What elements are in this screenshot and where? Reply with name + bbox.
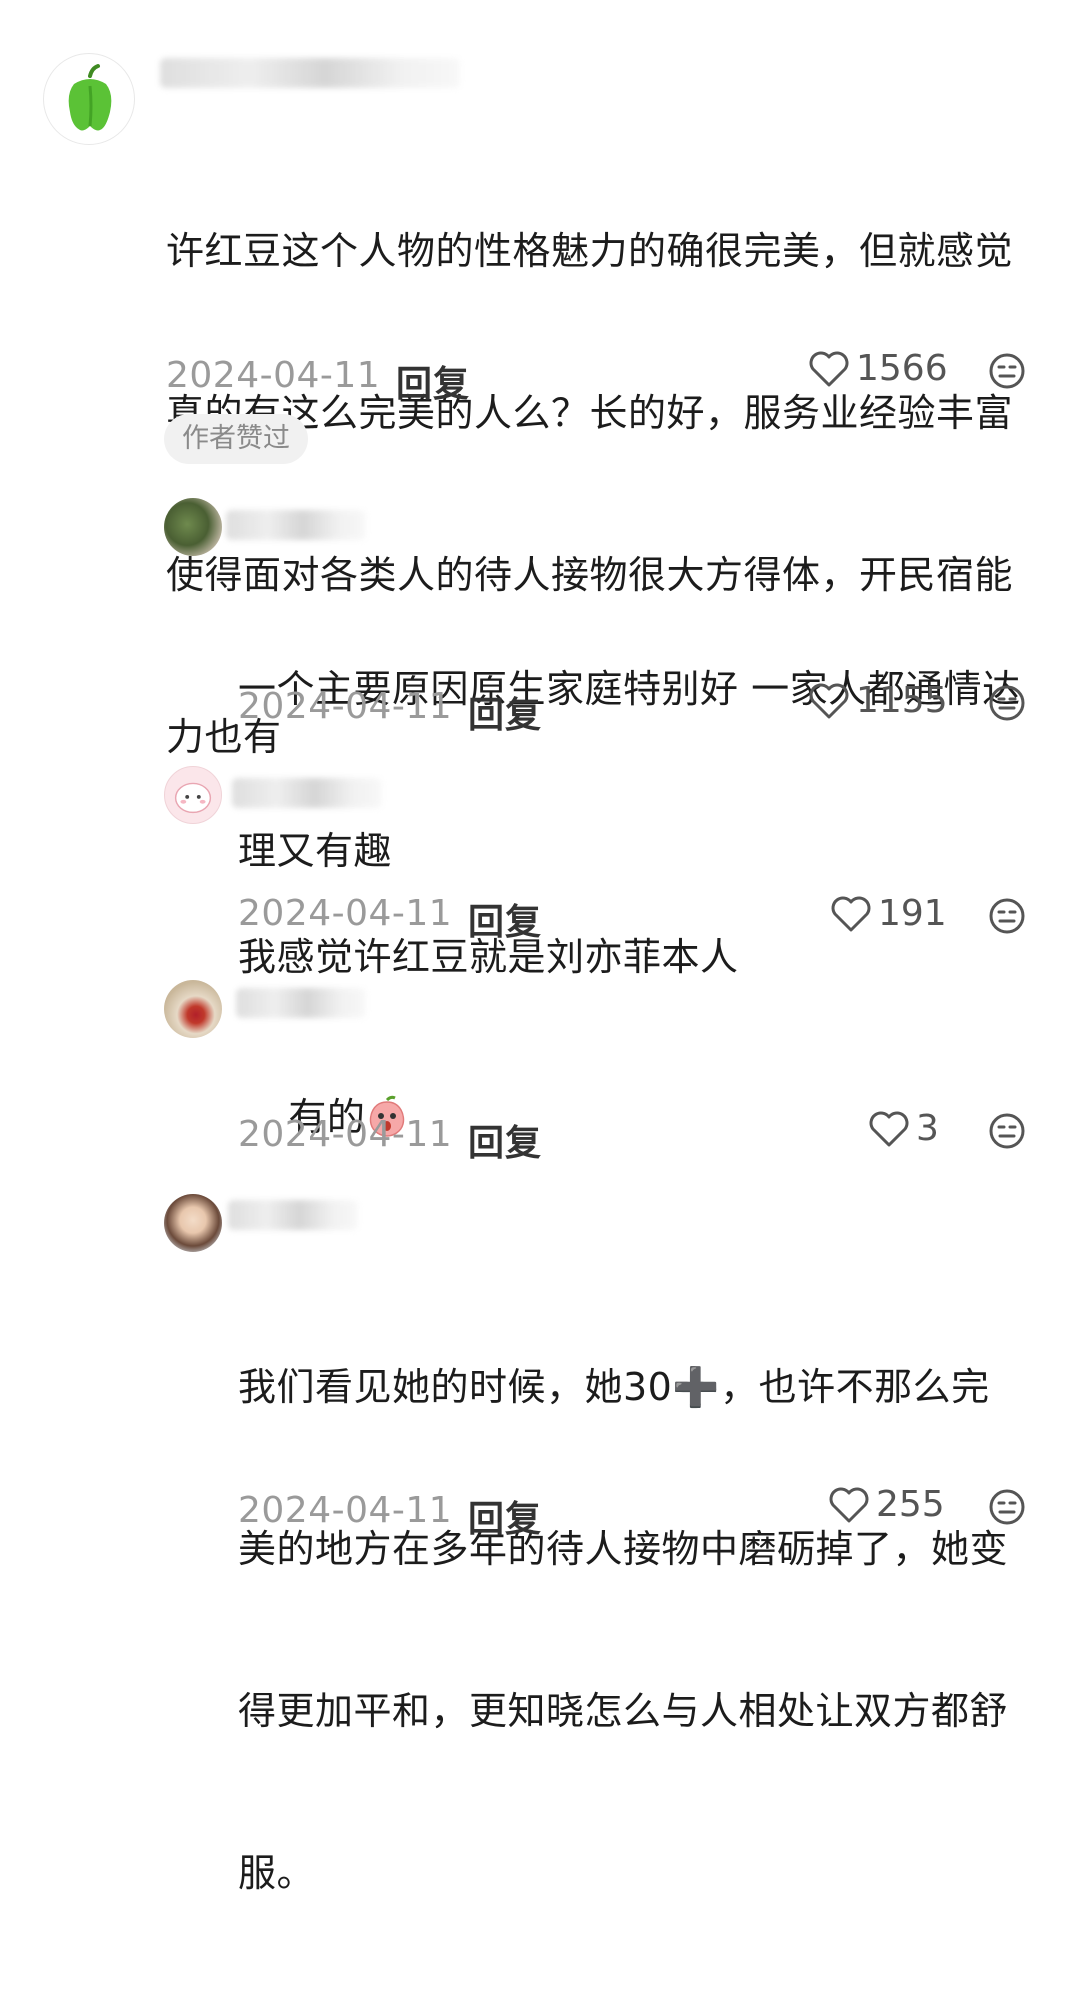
comment-date: 2024-04-11 <box>238 893 453 934</box>
username-blurred <box>236 988 366 1018</box>
comment-date: 2024-04-11 <box>238 1114 453 1155</box>
username-blurred <box>226 510 366 540</box>
comment-text: 我们看见她的时候，她30➕，也许不那么完 美的地方在多年的待人接物中磨砺掉了，她… <box>238 1365 1009 1895</box>
heart-icon <box>809 351 849 386</box>
like-count: 3 <box>916 1108 939 1149</box>
reply-button[interactable]: 回复 <box>468 686 542 738</box>
like-button[interactable]: 191 <box>830 893 947 934</box>
dislike-face-icon[interactable] <box>988 684 1026 722</box>
avatar[interactable] <box>43 53 135 145</box>
comment-date: 2024-04-11 <box>166 355 381 396</box>
reply-button[interactable]: 回复 <box>468 1490 542 1542</box>
like-count: 1566 <box>856 348 948 389</box>
dislike-face-icon[interactable] <box>988 352 1026 390</box>
reply-button[interactable]: 回复 <box>468 1114 542 1166</box>
reply-button[interactable]: 回复 <box>396 355 470 407</box>
like-button[interactable]: 1566 <box>808 348 948 389</box>
author-liked-badge: 作者赞过 <box>164 414 308 464</box>
like-count: 1155 <box>856 680 948 721</box>
like-count: 191 <box>878 893 947 934</box>
avatar[interactable] <box>164 498 222 556</box>
username-blurred <box>228 1200 358 1230</box>
like-button[interactable]: 1155 <box>808 680 948 721</box>
comment-date: 2024-04-11 <box>238 1490 453 1531</box>
avatar[interactable] <box>164 980 222 1038</box>
reply-button[interactable]: 回复 <box>468 893 542 945</box>
heart-icon <box>831 896 871 931</box>
heart-icon <box>869 1111 909 1146</box>
heart-icon <box>829 1487 869 1522</box>
avatar[interactable] <box>164 766 222 824</box>
green-pepper-icon <box>68 64 112 131</box>
dislike-face-icon[interactable] <box>988 897 1026 935</box>
username-blurred <box>160 58 460 88</box>
dislike-face-icon[interactable] <box>988 1488 1026 1526</box>
like-button[interactable]: 255 <box>828 1484 945 1525</box>
heart-icon <box>809 683 849 718</box>
comment-date: 2024-04-11 <box>238 686 453 727</box>
like-button[interactable]: 3 <box>868 1108 939 1149</box>
avatar[interactable] <box>164 1194 222 1252</box>
dislike-face-icon[interactable] <box>988 1112 1026 1150</box>
cute-character-icon <box>174 782 212 814</box>
username-blurred <box>232 778 382 808</box>
like-count: 255 <box>876 1484 945 1525</box>
